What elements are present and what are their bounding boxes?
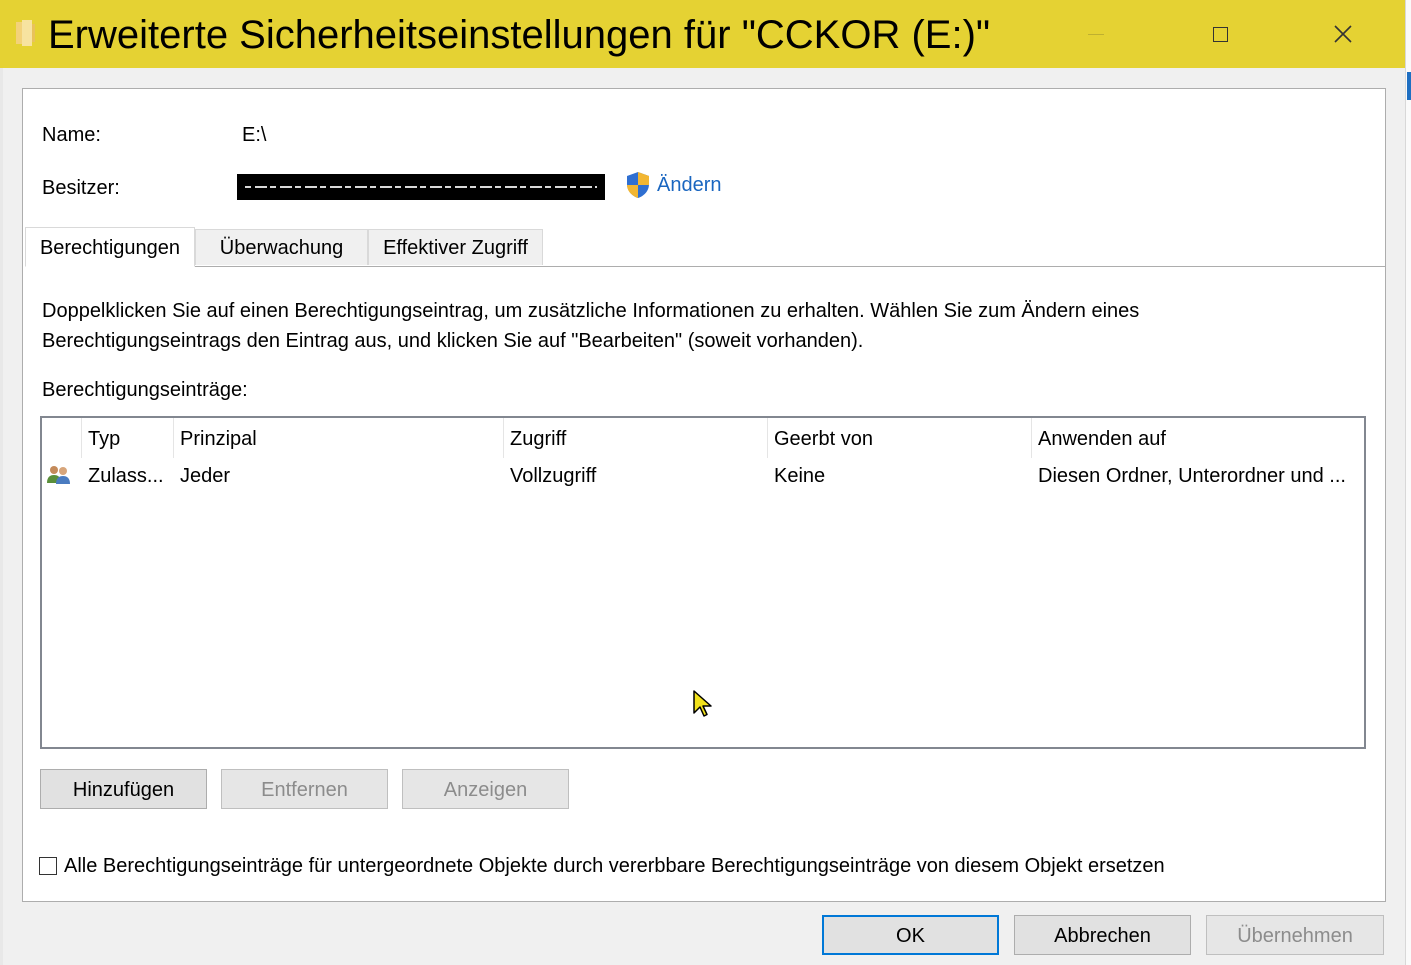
cell-access: Vollzugriff xyxy=(510,465,597,487)
close-button[interactable] xyxy=(1283,0,1403,68)
replace-child-permissions-label: Alle Berechtigungseinträge für untergeor… xyxy=(64,855,1165,877)
window-title: Erweiterte Sicherheitseinstellungen für … xyxy=(48,13,991,57)
apply-button[interactable]: Übernehmen xyxy=(1206,915,1384,955)
owner-value-redacted xyxy=(237,174,605,200)
minimize-icon xyxy=(1088,33,1104,35)
name-value: E:\ xyxy=(242,124,267,146)
close-icon xyxy=(1334,25,1352,43)
cell-inherited-from: Keine xyxy=(774,465,826,487)
view-button[interactable]: Anzeigen xyxy=(402,769,569,809)
background-window-edge xyxy=(1405,0,1411,965)
column-header-applies-to[interactable]: Anwenden auf xyxy=(1032,418,1360,458)
change-owner-label: Ändern xyxy=(657,173,722,196)
replace-child-permissions-checkbox[interactable] xyxy=(39,857,57,875)
entries-label: Berechtigungseinträge: xyxy=(42,379,248,401)
folder-icon xyxy=(16,20,35,46)
tab-effective-access[interactable]: Effektiver Zugriff xyxy=(368,229,543,265)
change-owner-link[interactable]: Ändern xyxy=(625,170,722,200)
column-header-inherited-from[interactable]: Geerbt von xyxy=(768,418,1032,458)
add-button[interactable]: Hinzufügen xyxy=(40,769,207,809)
background-accent xyxy=(1407,72,1411,100)
cell-applies-to: Diesen Ordner, Unterordner und ... xyxy=(1038,465,1346,487)
cell-principal: Jeder xyxy=(180,465,231,487)
remove-button[interactable]: Entfernen xyxy=(221,769,388,809)
description-line-2: Berechtigungseintrags den Eintrag aus, u… xyxy=(42,330,864,352)
uac-shield-icon xyxy=(627,172,649,198)
main-panel: Name: E:\ Besitzer: Ändern Berechtigunge… xyxy=(22,88,1386,902)
column-header-principal[interactable]: Prinzipal xyxy=(174,418,504,458)
tab-strip: Berechtigungen Überwachung Effektiver Zu… xyxy=(23,227,1385,267)
cell-type: Zulass... xyxy=(88,465,164,487)
mouse-pointer-icon xyxy=(693,690,712,717)
name-label: Name: xyxy=(42,124,101,146)
column-header-icon[interactable] xyxy=(42,418,82,458)
tab-auditing[interactable]: Überwachung xyxy=(195,229,368,265)
window-left-edge xyxy=(0,68,3,965)
maximize-button[interactable] xyxy=(1160,0,1280,68)
maximize-icon xyxy=(1212,26,1228,42)
tab-permissions[interactable]: Berechtigungen xyxy=(25,227,195,267)
owner-label: Besitzer: xyxy=(42,177,120,199)
title-bar[interactable]: Erweiterte Sicherheitseinstellungen für … xyxy=(0,0,1405,68)
ok-button[interactable]: OK xyxy=(822,915,999,955)
users-icon xyxy=(47,466,70,484)
table-row[interactable]: Zulass... Jeder Vollzugriff Keine Diesen… xyxy=(42,460,1364,492)
column-header-access[interactable]: Zugriff xyxy=(504,418,768,458)
description-line-1: Doppelklicken Sie auf einen Berechtigung… xyxy=(42,300,1140,322)
cancel-button[interactable]: Abbrechen xyxy=(1014,915,1191,955)
column-header-type[interactable]: Typ xyxy=(82,418,174,458)
minimize-button[interactable] xyxy=(1036,0,1156,68)
